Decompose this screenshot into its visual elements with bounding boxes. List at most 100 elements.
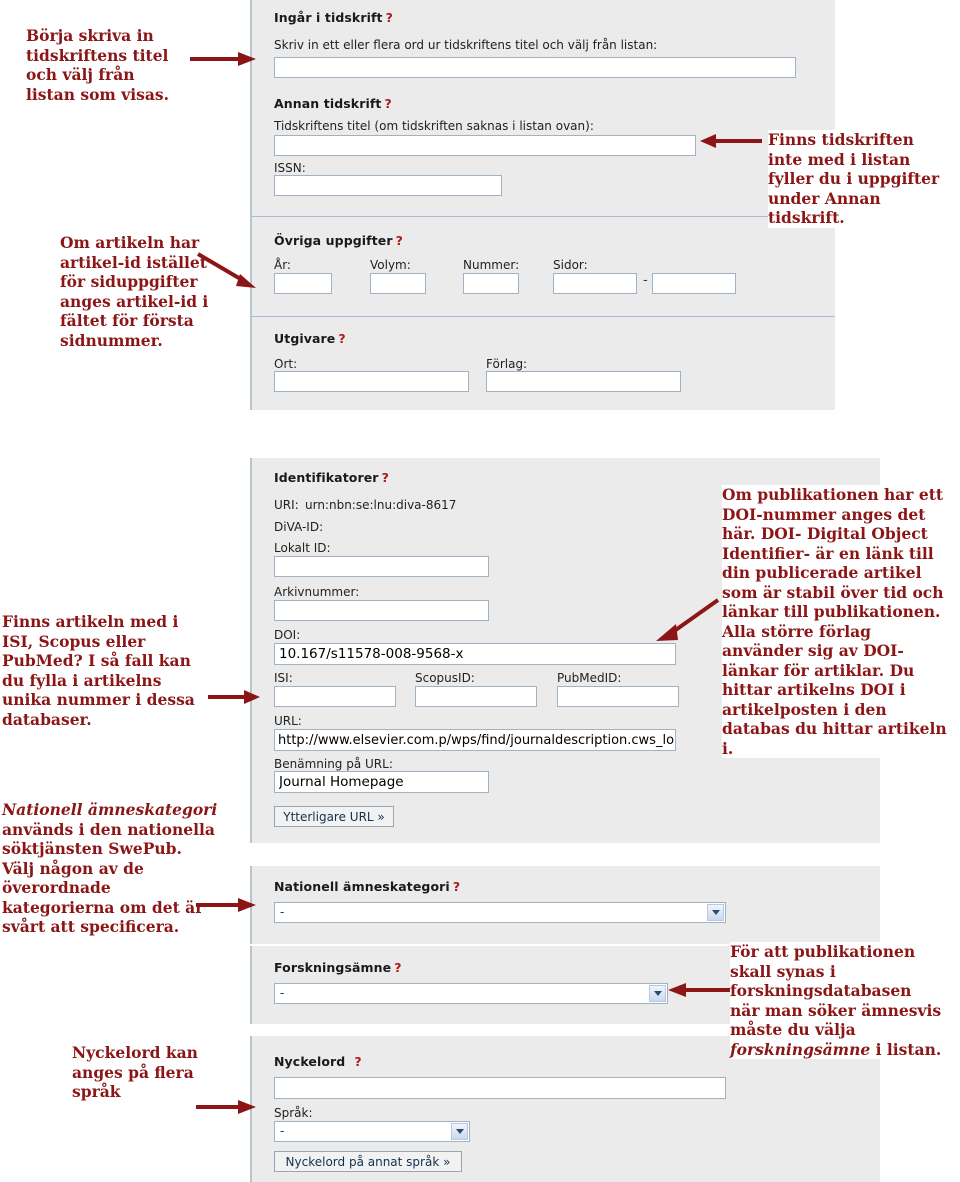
help-icon[interactable]: ? (386, 10, 393, 25)
local-id-label: Lokalt ID: (274, 541, 331, 555)
other-journal-title-label: Tidskriftens titel (om tidskriften sakna… (274, 119, 594, 133)
legend-text: Annan tidskrift (274, 96, 382, 111)
legend-ingar-i-tidskrift: Ingår i tidskrift? (274, 10, 393, 25)
publisher-input[interactable] (486, 371, 681, 392)
year-label: År: (274, 258, 291, 272)
annotation-doi-explanation: Om publikationen har ett DOI-nummer ange… (722, 485, 954, 759)
archive-number-input[interactable] (274, 600, 489, 621)
issn-label: ISSN: (274, 161, 306, 175)
url-name-label: Benämning på URL: (274, 757, 393, 771)
year-input[interactable] (274, 273, 332, 294)
place-input[interactable] (274, 371, 469, 392)
chevron-down-icon[interactable] (451, 1123, 468, 1140)
legend-utgivare: Utgivare? (274, 331, 346, 346)
pubmed-id-label: PubMedID: (557, 671, 622, 685)
annotation-research-subject-a: För att publikationen skall synas i fors… (730, 942, 942, 1040)
keywords-language-label: Språk: (274, 1106, 313, 1120)
annotation-national-category-emphasis: Nationell ämneskategori (2, 800, 218, 819)
help-icon[interactable]: ? (338, 331, 345, 346)
issn-input[interactable] (274, 175, 502, 196)
national-category-select[interactable]: - (274, 902, 726, 923)
pages-from-input[interactable] (553, 273, 637, 294)
arrow-to-doi-field (648, 598, 720, 644)
annotation-article-id: Om artikeln har artikel-id istället för … (60, 233, 212, 351)
scopus-id-label: ScopusID: (415, 671, 475, 685)
keywords-language-select[interactable]: - (274, 1121, 470, 1142)
legend-text: Nyckelord (274, 1054, 346, 1069)
number-label: Nummer: (463, 258, 520, 272)
volume-label: Volym: (370, 258, 411, 272)
arrow-to-year-field (196, 250, 258, 290)
chevron-down-icon[interactable] (707, 904, 724, 921)
chevron-down-icon[interactable] (649, 985, 666, 1002)
legend-ovriga-uppgifter: Övriga uppgifter? (274, 233, 403, 248)
journal-form-panel: Ingår i tidskrift? Skriv in ett eller fl… (250, 0, 835, 410)
annotation-national-category-rest: används i den nationella söktjänsten Swe… (2, 819, 215, 937)
arrow-to-other-journal-input (700, 132, 762, 150)
legend-text: Övriga uppgifter (274, 233, 393, 248)
legend-text: Nationell ämneskategori (274, 879, 450, 894)
doi-input[interactable]: 10.167/s11578-008-9568-x (274, 643, 676, 665)
keywords-language-selected-value: - (280, 1124, 285, 1138)
keywords-other-language-button[interactable]: Nyckelord på annat språk » (274, 1151, 462, 1172)
volume-input[interactable] (370, 273, 426, 294)
scopus-id-input[interactable] (415, 686, 537, 707)
doi-label: DOI: (274, 628, 301, 642)
doi-value: 10.167/s11578-008-9568-x (279, 646, 464, 662)
help-icon[interactable]: ? (354, 1054, 361, 1069)
national-category-selected-value: - (280, 905, 285, 919)
divider-2 (252, 316, 835, 317)
url-value: http://www.elsevier.com.p/wps/find/journ… (278, 733, 675, 748)
national-category-panel: Nationell ämneskategori? - (250, 866, 880, 944)
arrow-to-journal-input (190, 50, 258, 68)
annotation-research-subject-c: i listan. (870, 1039, 942, 1059)
journal-title-input[interactable] (274, 57, 796, 78)
help-icon[interactable]: ? (394, 960, 401, 975)
place-label: Ort: (274, 357, 298, 371)
annotation-research-subject: För att publikationen skall synas i fors… (730, 942, 945, 1060)
annotation-start-typing-journal: Börja skriva in tidskriftens titel och v… (26, 26, 176, 105)
number-input[interactable] (463, 273, 519, 294)
arrow-to-keywords-input (196, 1098, 258, 1116)
annotation-keywords-languages: Nyckelord kan anges på flera språk (72, 1043, 204, 1102)
legend-annan-tidskrift: Annan tidskrift? (274, 96, 392, 111)
additional-url-button[interactable]: Ytterligare URL » (274, 806, 394, 827)
legend-identifikatorer: Identifikatorer? (274, 470, 389, 485)
legend-text: Ingår i tidskrift (274, 10, 383, 25)
url-input[interactable]: http://www.elsevier.com.p/wps/find/journ… (274, 729, 676, 751)
annotation-national-category: Nationell ämneskategori används i den na… (2, 800, 218, 937)
research-subject-select[interactable]: - (274, 983, 668, 1004)
research-subject-selected-value: - (280, 986, 285, 1000)
local-id-input[interactable] (274, 556, 489, 577)
archive-number-label: Arkivnummer: (274, 585, 360, 599)
uri-value: urn:nbn:se:lnu:diva-8617 (305, 498, 457, 512)
publisher-label: Förlag: (486, 357, 528, 371)
help-icon[interactable]: ? (382, 470, 389, 485)
isi-label: ISI: (274, 671, 293, 685)
legend-text: Forskningsämne (274, 960, 392, 975)
divider-1 (252, 216, 835, 217)
pubmed-id-input[interactable] (557, 686, 679, 707)
legend-nyckelord: Nyckelord? (274, 1054, 362, 1069)
help-icon[interactable]: ? (453, 879, 460, 894)
pages-separator: - (643, 273, 648, 288)
help-icon[interactable]: ? (384, 96, 391, 111)
pages-label: Sidor: (553, 258, 588, 272)
legend-forskningsamne: Forskningsämne? (274, 960, 402, 975)
legend-nationell-amneskategori: Nationell ämneskategori? (274, 879, 460, 894)
help-icon[interactable]: ? (396, 233, 403, 248)
arrow-to-national-category-select (196, 896, 258, 914)
uri-label: URI: (274, 498, 299, 512)
legend-text: Utgivare (274, 331, 336, 346)
diva-id-label: DiVA-ID: (274, 520, 324, 534)
isi-input[interactable] (274, 686, 396, 707)
arrow-to-isi-field (208, 688, 262, 706)
annotation-research-subject-emphasis: forskningsämne (730, 1039, 871, 1059)
url-name-input[interactable]: Journal Homepage (274, 771, 489, 793)
arrow-to-research-subject-select (668, 981, 730, 999)
other-journal-title-input[interactable] (274, 135, 696, 156)
keywords-input[interactable] (274, 1077, 726, 1099)
legend-text: Identifikatorer (274, 470, 379, 485)
url-name-value: Journal Homepage (279, 774, 404, 790)
pages-to-input[interactable] (652, 273, 736, 294)
